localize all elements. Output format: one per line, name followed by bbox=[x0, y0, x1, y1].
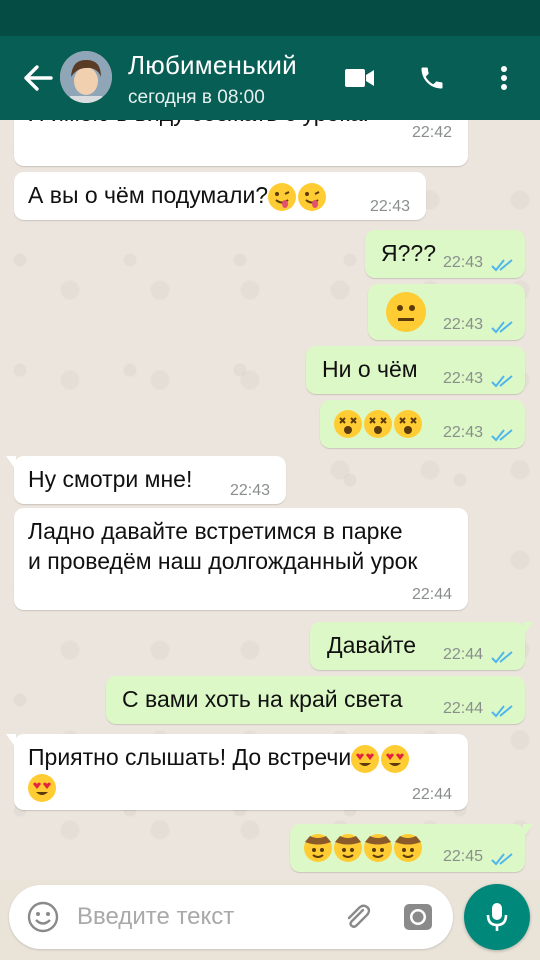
emoji-icon[interactable] bbox=[27, 901, 59, 933]
message-bubble[interactable]: Приятно слышать! До встречи 22:44 bbox=[6, 734, 468, 810]
read-receipt-icon bbox=[491, 375, 513, 388]
winking-tongue-emoji bbox=[298, 182, 327, 211]
message-text: Ни о чём bbox=[322, 356, 418, 382]
heart-eyes-emoji bbox=[381, 744, 410, 773]
heart-eyes-emoji bbox=[351, 744, 380, 773]
read-receipt-icon bbox=[491, 705, 513, 718]
cowboy-emoji bbox=[394, 833, 422, 862]
message-text: С вами хоть на край света bbox=[122, 686, 403, 712]
message-bubble[interactable]: 22:45 bbox=[290, 824, 533, 872]
video-call-icon[interactable] bbox=[338, 56, 382, 100]
message-time: 22:44 bbox=[443, 646, 484, 663]
dizzy-face-emoji bbox=[364, 409, 392, 438]
message-time: 22:43 bbox=[443, 370, 484, 387]
neutral-face-emoji bbox=[386, 292, 426, 332]
read-receipt-icon bbox=[491, 429, 513, 442]
message-text: Давайте bbox=[327, 632, 417, 658]
heart-eyes-emoji bbox=[28, 774, 56, 802]
mic-button[interactable] bbox=[464, 884, 530, 950]
avatar[interactable] bbox=[60, 51, 112, 103]
message-text: А вы о чём подумали? bbox=[28, 182, 269, 208]
cowboy-emoji bbox=[304, 833, 332, 862]
message-bubble[interactable]: 22:43 bbox=[368, 284, 525, 340]
read-receipt-icon bbox=[491, 651, 513, 664]
message-time: 22:44 bbox=[412, 786, 453, 803]
message-text: Ну смотри мне! bbox=[28, 466, 193, 492]
message-input[interactable]: Введите текст bbox=[77, 903, 234, 931]
message-bubble[interactable]: Давайте 22:44 bbox=[310, 622, 533, 670]
message-time: 22:43 bbox=[443, 316, 484, 333]
dizzy-face-emoji bbox=[334, 409, 362, 438]
cowboy-emoji bbox=[334, 833, 362, 862]
message-text: Я имею в виду сбежать с урока. bbox=[28, 120, 369, 129]
status-bar bbox=[0, 0, 540, 36]
message-text: Ладно давайте встретимся в парке bbox=[28, 518, 403, 544]
message-bubble[interactable]: А вы о чём подумали? 22:43 bbox=[14, 172, 426, 220]
message-text-line-2: и проведём наш долгожданный урок bbox=[28, 548, 418, 574]
message-time: 22:43 bbox=[443, 424, 484, 441]
message-time: 22:44 bbox=[443, 700, 484, 717]
message-time: 22:43 bbox=[443, 254, 484, 271]
message-bubble[interactable]: Ну смотри мне! 22:43 bbox=[6, 456, 286, 504]
message-time: 22:43 bbox=[370, 198, 411, 215]
message-bubble[interactable]: Я??? 22:43 bbox=[365, 230, 525, 278]
message-bubble[interactable]: С вами хоть на край света 22:44 bbox=[106, 676, 525, 724]
attach-icon[interactable] bbox=[341, 901, 373, 933]
dizzy-face-emoji bbox=[394, 409, 422, 438]
message-time: 22:45 bbox=[443, 848, 484, 865]
message-composer: Введите текст bbox=[9, 885, 453, 949]
message-bubble[interactable]: 22:43 bbox=[320, 400, 525, 448]
mic-icon bbox=[486, 903, 508, 931]
back-arrow-icon[interactable] bbox=[18, 58, 58, 98]
chat-header: Любименький сегодня в 08:00 bbox=[0, 36, 540, 120]
chat-area[interactable]: Я имею в виду сбежать с урока. 22:42 А в… bbox=[0, 120, 540, 880]
message-time: 22:44 bbox=[412, 586, 453, 603]
camera-icon[interactable] bbox=[402, 901, 434, 933]
read-receipt-icon bbox=[491, 259, 513, 272]
message-bubble[interactable]: Я имею в виду сбежать с урока. 22:42 bbox=[14, 120, 468, 166]
winking-tongue-emoji bbox=[268, 182, 297, 211]
message-bubble[interactable]: Ни о чём 22:43 bbox=[306, 346, 525, 394]
message-time: 22:43 bbox=[230, 482, 271, 499]
last-seen-status: сегодня в 08:00 bbox=[128, 87, 265, 108]
phone-icon[interactable] bbox=[410, 56, 454, 100]
message-text: Приятно слышать! До встречи bbox=[28, 744, 352, 770]
message-bubble[interactable]: Ладно давайте встретимся в парке и прове… bbox=[14, 508, 468, 610]
contact-name[interactable]: Любименький bbox=[128, 50, 297, 81]
more-options-icon[interactable] bbox=[482, 56, 526, 100]
cowboy-emoji bbox=[364, 833, 392, 862]
message-text: Я??? bbox=[381, 240, 436, 266]
message-time: 22:42 bbox=[412, 124, 453, 141]
read-receipt-icon bbox=[491, 321, 513, 334]
read-receipt-icon bbox=[491, 853, 513, 866]
